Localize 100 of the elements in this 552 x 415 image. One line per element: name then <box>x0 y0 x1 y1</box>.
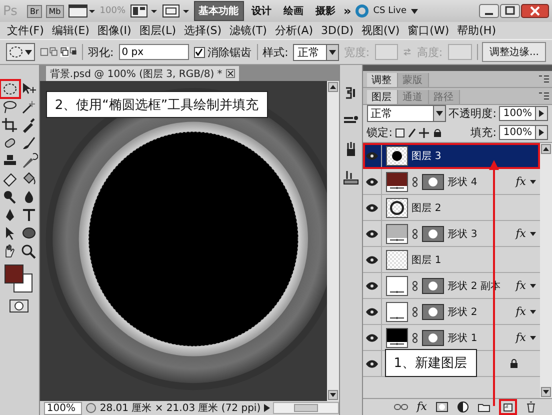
link-icon[interactable] <box>412 332 418 343</box>
horizontal-scrollbar[interactable] <box>272 402 340 414</box>
eye-icon[interactable] <box>366 256 378 264</box>
selection-mode-icon[interactable] <box>40 46 78 58</box>
view-extras-icon[interactable] <box>68 4 96 18</box>
close-icon[interactable] <box>521 4 549 18</box>
menu-item[interactable]: 图像(I) <box>97 23 132 38</box>
menu-item[interactable]: 视图(V) <box>362 23 400 38</box>
workspace-button[interactable]: 基本功能 <box>194 1 244 21</box>
mini-bridge-button[interactable]: Mb <box>46 4 64 18</box>
expand-arrow-icon[interactable] <box>530 284 536 288</box>
crop-icon[interactable] <box>0 117 19 133</box>
eye-icon[interactable] <box>366 230 378 238</box>
layer-row[interactable]: 形状 2 fx <box>362 299 540 326</box>
fill-field[interactable]: 100% <box>499 125 548 140</box>
magic-wand-icon[interactable] <box>20 99 38 115</box>
dropdown-arrow-icon[interactable] <box>410 8 418 14</box>
play-arrow-icon[interactable] <box>264 404 270 412</box>
scroll-up-icon[interactable] <box>328 82 338 92</box>
cs-live-menu[interactable]: CS Live <box>373 6 407 16</box>
link-icon[interactable] <box>412 280 418 291</box>
layer-row[interactable]: 形状 3 fx <box>362 221 540 248</box>
folder-icon[interactable] <box>478 402 490 412</box>
menu-item[interactable]: 帮助(H) <box>457 23 496 38</box>
height-field[interactable] <box>448 44 472 60</box>
eye-icon[interactable] <box>366 204 378 212</box>
arrange-documents-icon[interactable] <box>130 4 158 18</box>
ellipse-shape-icon[interactable] <box>20 225 38 241</box>
zoom-icon[interactable] <box>20 243 38 259</box>
new-layer-icon[interactable] <box>499 398 518 415</box>
menu-item[interactable]: 文件(F) <box>7 23 44 38</box>
eraser-icon[interactable] <box>0 171 19 187</box>
refine-edge-button[interactable]: 调整边缘... <box>482 42 546 62</box>
panel-tab[interactable]: 调整 <box>366 72 398 87</box>
scroll-down-icon[interactable] <box>328 390 338 400</box>
link-icon[interactable] <box>412 228 418 239</box>
width-field[interactable] <box>374 44 398 60</box>
expand-arrow-icon[interactable] <box>530 336 536 340</box>
tool-presets-icon[interactable] <box>343 169 359 185</box>
expand-arrow-icon[interactable] <box>530 180 536 184</box>
eye-icon[interactable] <box>366 308 378 316</box>
adjustment-layer-icon[interactable] <box>457 400 470 413</box>
menu-item[interactable]: 窗口(W) <box>408 23 450 38</box>
document-tab[interactable]: 背景.psd @ 100% (图层 3, RGB/8) * <box>46 66 240 81</box>
effects-indicator[interactable]: fx <box>516 175 526 188</box>
lasso-icon[interactable] <box>0 99 19 115</box>
effects-indicator[interactable]: fx <box>516 331 526 344</box>
opacity-field[interactable]: 100% <box>499 106 548 122</box>
menu-item[interactable]: 分析(A) <box>274 23 314 38</box>
link-icon[interactable] <box>412 176 418 187</box>
screen-mode-icon[interactable] <box>162 4 190 18</box>
menu-item[interactable]: 滤镜(T) <box>230 23 267 38</box>
menu-item[interactable]: 图层(L) <box>139 23 176 38</box>
layer-row[interactable]: 图层 2 <box>362 195 540 222</box>
tool-preset-picker[interactable] <box>6 43 35 61</box>
close-icon[interactable] <box>226 69 236 78</box>
blend-mode-dropdown[interactable]: 正常 <box>366 105 446 122</box>
more-workspaces-button[interactable]: » <box>344 4 352 18</box>
link-layers-icon[interactable] <box>394 402 408 411</box>
link-icon[interactable] <box>412 306 418 317</box>
eye-icon[interactable] <box>366 334 378 342</box>
eye-icon[interactable] <box>366 282 378 290</box>
menu-item[interactable]: 3D(D) <box>321 24 354 37</box>
maximize-icon[interactable] <box>500 4 520 18</box>
style-dropdown[interactable]: 正常 <box>293 44 339 60</box>
panel-menu-icon[interactable] <box>539 92 550 100</box>
quick-mask-icon[interactable] <box>9 299 30 313</box>
color-swatches-icon[interactable] <box>3 263 36 295</box>
workspace-button[interactable]: 绘画 <box>280 2 308 20</box>
scroll-up-icon[interactable] <box>541 144 552 154</box>
feather-field[interactable]: 0 px <box>118 44 189 60</box>
panel-menu-icon[interactable] <box>539 74 550 83</box>
add-mask-icon[interactable] <box>436 402 448 412</box>
panel-tab[interactable]: 图层 <box>366 90 398 104</box>
expand-arrow-icon[interactable] <box>530 232 536 236</box>
expand-arrow-icon[interactable] <box>530 310 536 314</box>
add-style-button[interactable]: fx <box>416 400 428 414</box>
effects-indicator[interactable]: fx <box>516 227 526 240</box>
zoom-field[interactable]: 100% <box>44 402 82 414</box>
workspace-button[interactable]: 设计 <box>248 2 276 20</box>
eye-icon[interactable] <box>366 178 378 186</box>
status-icon[interactable] <box>84 402 97 414</box>
scroll-down-icon[interactable] <box>541 386 552 397</box>
marquee-icon[interactable] <box>0 81 19 97</box>
layer-row[interactable]: 图层 1 <box>362 247 540 274</box>
bridge-button[interactable]: Br <box>27 4 42 18</box>
dropdown-arrow-icon <box>436 111 443 116</box>
menu-item[interactable]: 编辑(E) <box>52 23 90 38</box>
lock-options-icon[interactable] <box>395 128 444 138</box>
trash-icon[interactable] <box>526 400 536 413</box>
workspace-button[interactable]: 摄影 <box>312 2 340 20</box>
effects-indicator[interactable]: fx <box>516 279 526 292</box>
anti-alias-checkbox[interactable]: 消除锯齿 <box>194 44 252 60</box>
minimize-icon[interactable] <box>479 4 499 18</box>
menu-item[interactable]: 选择(S) <box>184 23 222 38</box>
eye-icon[interactable] <box>366 360 378 368</box>
layer-row[interactable]: 形状 4 fx <box>362 169 540 196</box>
vector-mask-thumbnail <box>422 226 444 242</box>
effects-indicator[interactable]: fx <box>516 305 526 318</box>
eye-icon[interactable] <box>366 152 378 160</box>
